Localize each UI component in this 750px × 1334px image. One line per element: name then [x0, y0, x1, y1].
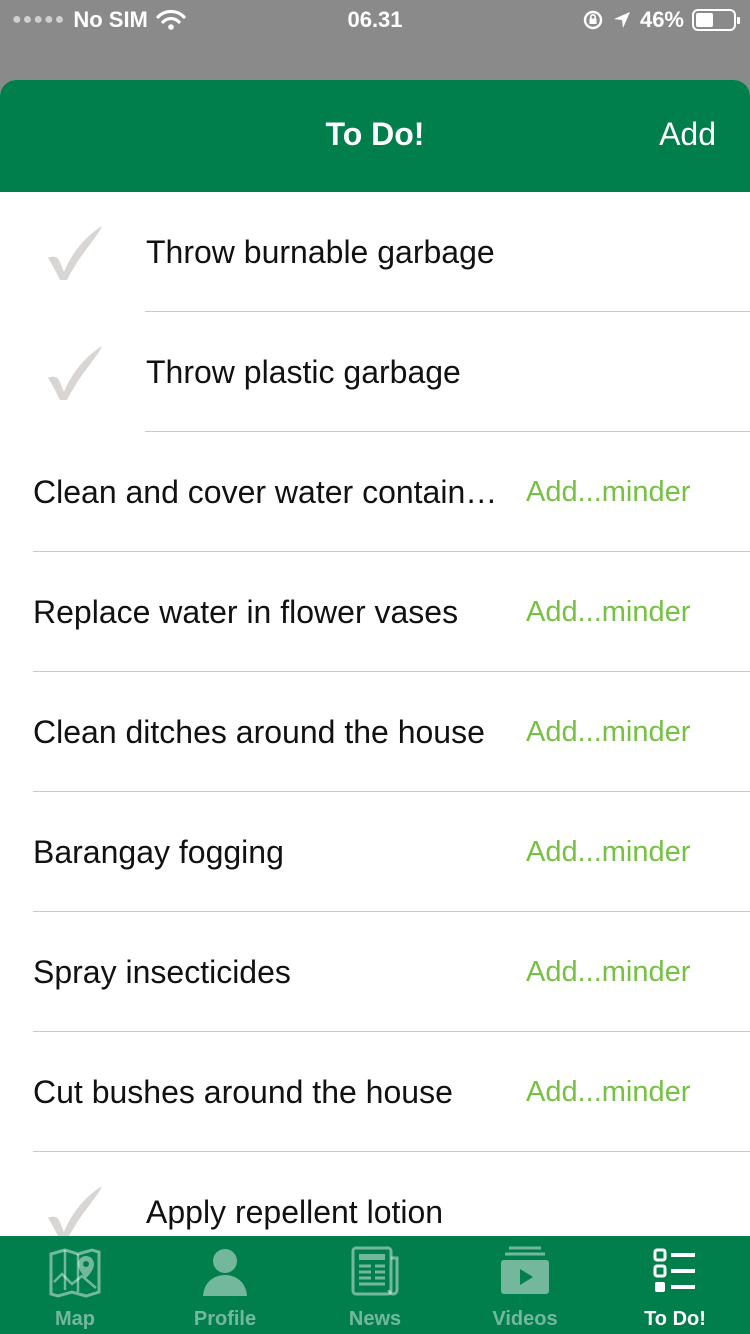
status-right: 46%	[582, 7, 740, 33]
nav-bar: To Do! Add	[0, 80, 750, 192]
todo-label: Throw burnable garbage	[146, 233, 495, 270]
add-reminder-button[interactable]: Add...minder	[526, 956, 690, 989]
todo-label: Clean and cover water containers	[33, 473, 501, 510]
map-icon	[49, 1248, 101, 1298]
todo-label: Replace water in flower vases	[33, 593, 459, 630]
todo-row[interactable]: Barangay fogging Add...minder	[0, 792, 750, 912]
todo-row[interactable]: Replace water in flower vases Add...minde…	[0, 552, 750, 672]
tab-news[interactable]: News	[300, 1236, 450, 1334]
tab-profile[interactable]: Profile	[150, 1236, 300, 1334]
todo-row[interactable]: Spray insecticides Add...minder	[0, 912, 750, 1032]
todo-label: Cut bushes around the house	[33, 1073, 453, 1110]
tab-label: To Do!	[644, 1308, 706, 1330]
tab-label: News	[348, 1308, 402, 1330]
tab-videos[interactable]: Videos	[450, 1236, 600, 1334]
todo-list-icon	[653, 1248, 695, 1292]
add-reminder-button[interactable]: Add...minder	[526, 476, 690, 509]
tab-bar: Map Profile News Videos To Do!	[0, 1236, 750, 1334]
location-arrow-icon	[613, 12, 630, 28]
battery-percent: 46%	[639, 7, 684, 32]
todo-label: Throw plastic garbage	[146, 353, 461, 390]
profile-icon	[203, 1249, 247, 1296]
tab-label: Videos	[492, 1308, 558, 1330]
add-reminder-button[interactable]: Add...minder	[526, 596, 690, 629]
todo-label: Apply repellent lotion	[146, 1193, 444, 1230]
videos-icon	[501, 1246, 549, 1294]
todo-row[interactable]: Throw burnable garbage	[0, 192, 750, 312]
todo-row[interactable]: Throw plastic garbage	[0, 312, 750, 432]
todo-label: Clean ditches around the house	[33, 713, 485, 750]
todo-row[interactable]: Clean and cover water containers Add...mi…	[0, 432, 750, 552]
battery-fill	[696, 13, 713, 27]
battery-icon	[692, 9, 740, 31]
todo-row[interactable]: Cut bushes around the house Add...minder	[0, 1032, 750, 1152]
todo-label: Barangay fogging	[33, 833, 284, 870]
todo-list: Throw burnable garbage Throw plastic garb…	[0, 192, 750, 1272]
tab-label: Profile	[193, 1308, 257, 1330]
tab-to-do[interactable]: To Do!	[600, 1236, 750, 1334]
status-bar: ●●●●● No SIM 06.31 46%	[0, 0, 750, 40]
todo-row[interactable]: Clean ditches around the house Add...mind…	[0, 672, 750, 792]
orientation-lock-icon	[583, 10, 603, 30]
add-reminder-button[interactable]: Add...minder	[526, 1076, 690, 1109]
tab-label: Map	[55, 1308, 95, 1330]
add-reminder-button[interactable]: Add...minder	[526, 716, 690, 749]
page-title: To Do!	[325, 116, 425, 152]
todo-label: Spray insecticides	[33, 953, 291, 990]
add-reminder-button[interactable]: Add...minder	[526, 836, 690, 869]
checkmark-icon	[48, 346, 102, 400]
checkmark-icon	[48, 1186, 102, 1240]
checkmark-icon	[48, 226, 102, 280]
add-button[interactable]: Add	[659, 116, 716, 153]
todo-screen: To Do! Add Throw burnable garbage Throw p…	[0, 80, 750, 1334]
tab-map[interactable]: Map	[0, 1236, 150, 1334]
news-icon	[351, 1246, 399, 1296]
